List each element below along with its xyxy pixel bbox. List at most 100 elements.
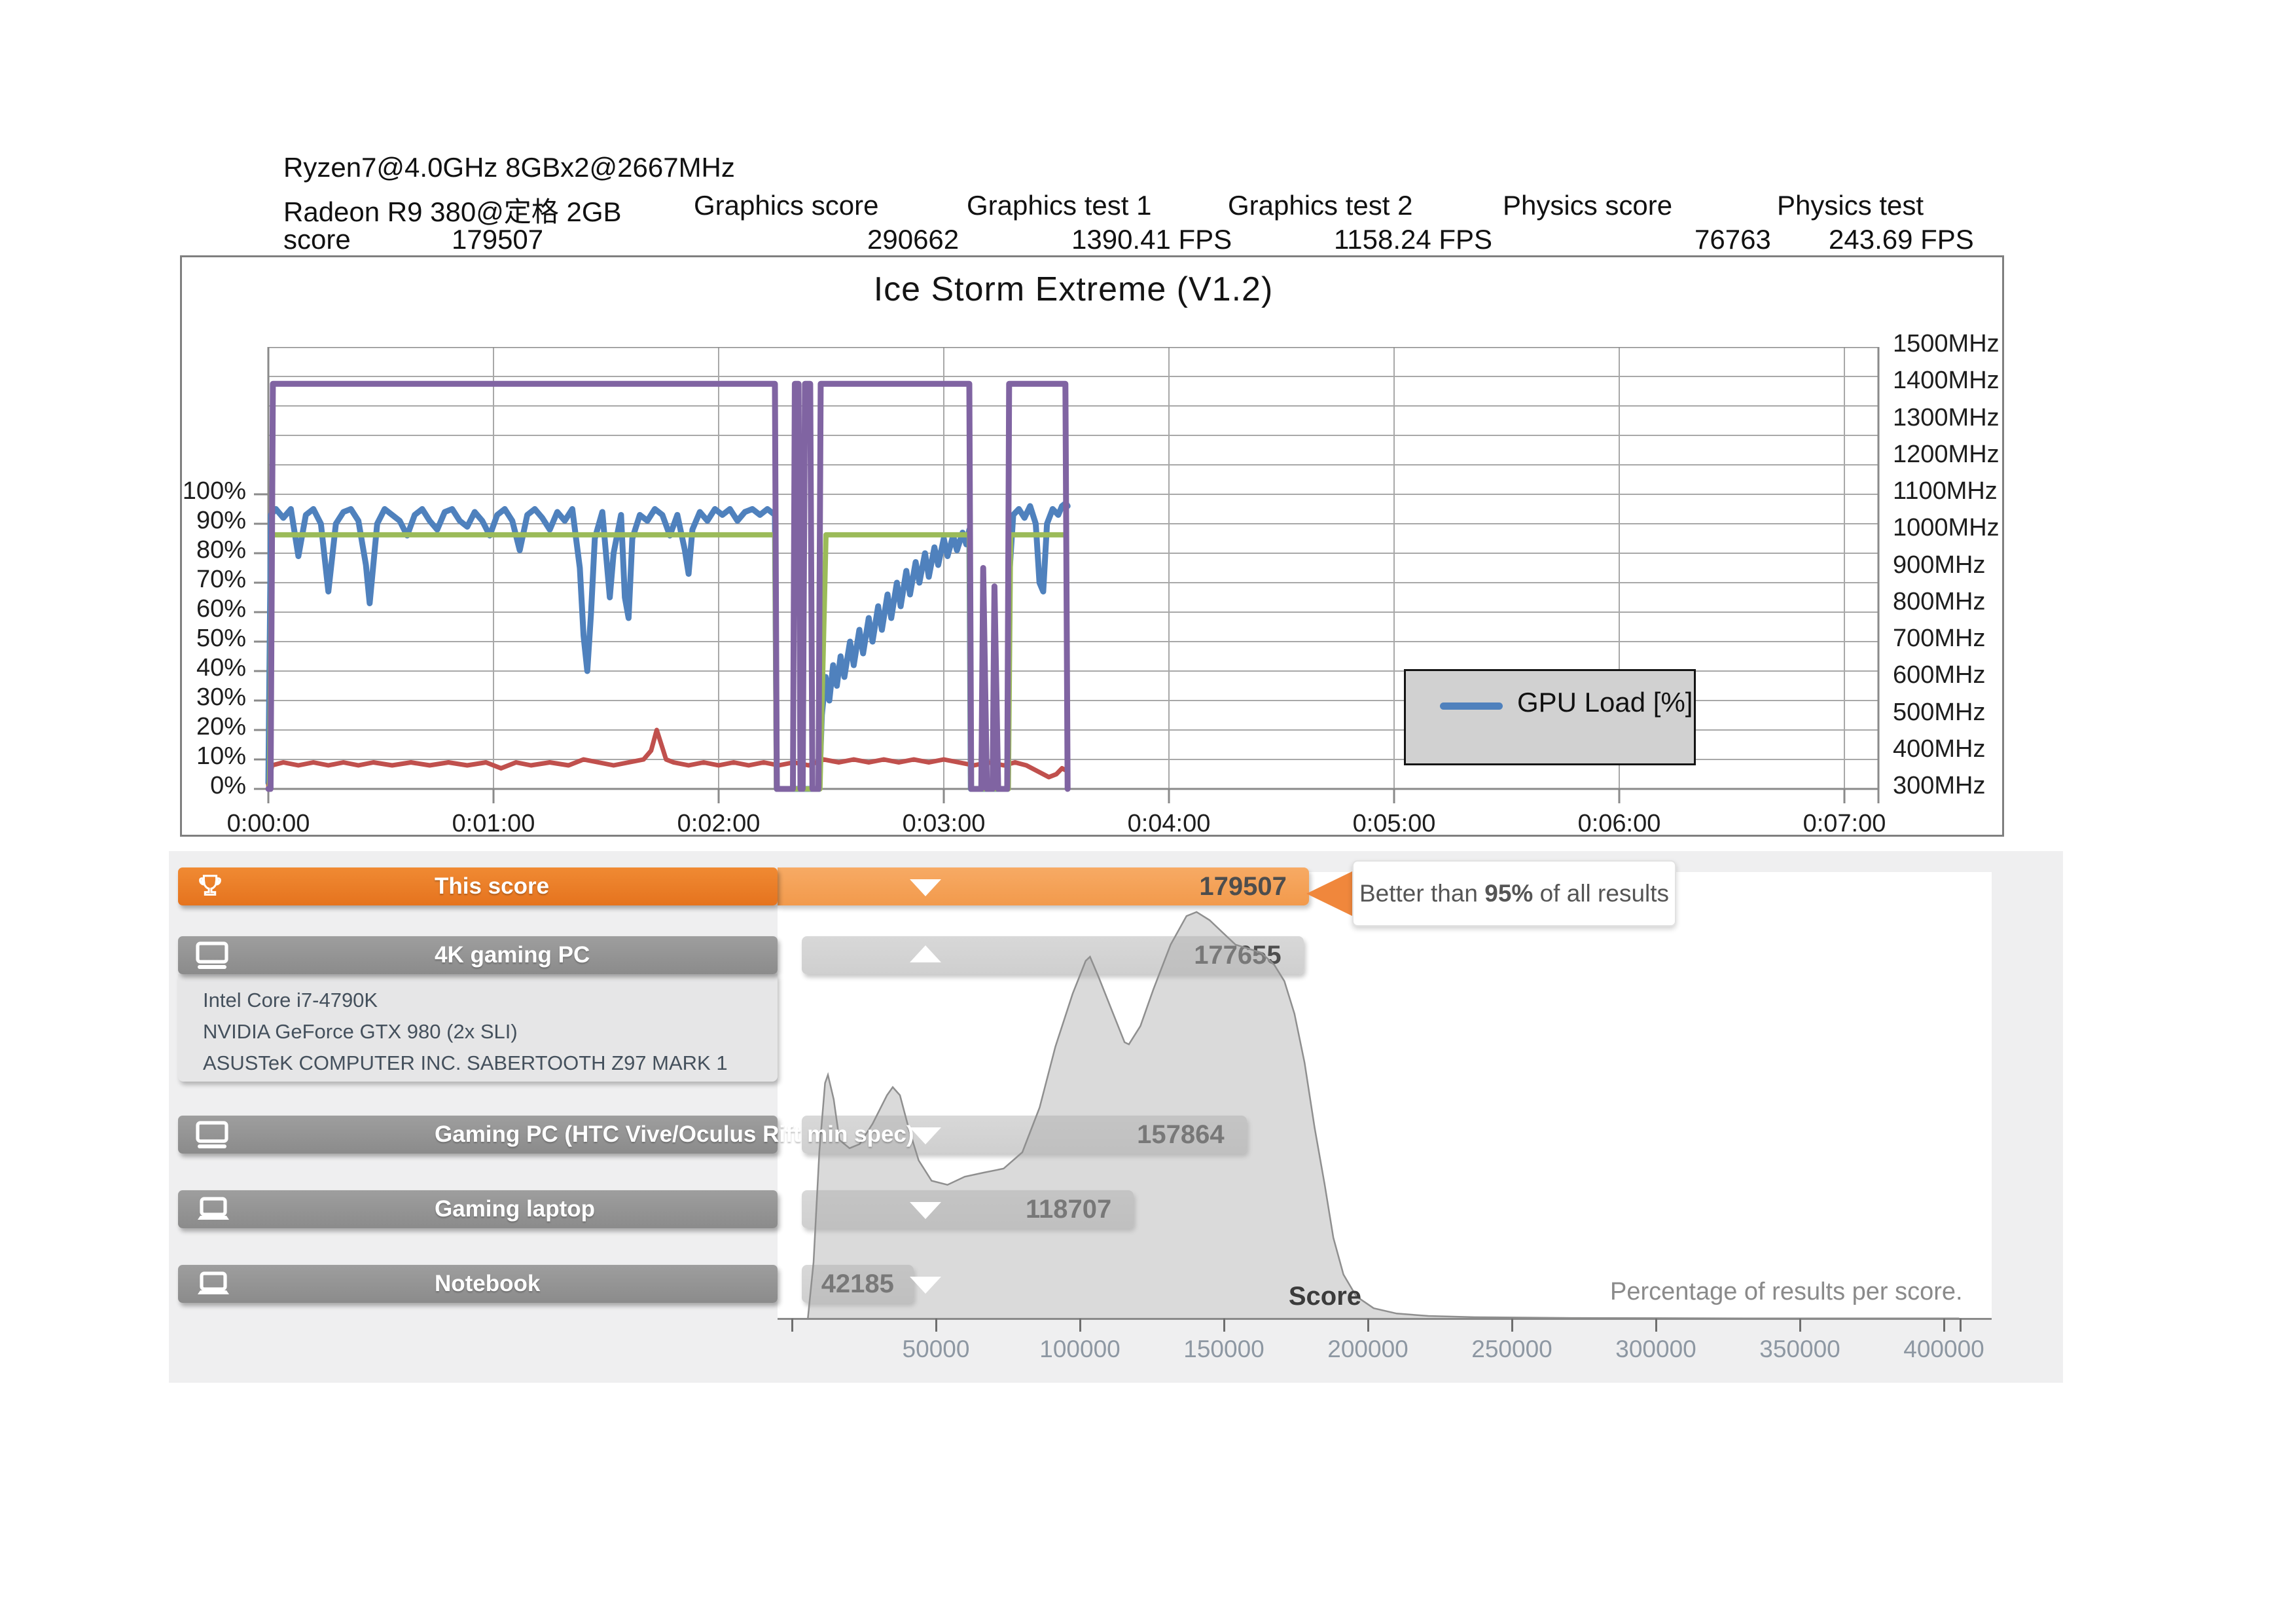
graphics-score-value: 290662	[867, 224, 959, 255]
score-axis-tick	[1511, 1319, 1513, 1332]
graphics-test-1-value: 1390.41 FPS	[1071, 224, 1232, 255]
score-axis-tick	[1799, 1319, 1801, 1332]
row-label-notebook: Notebook	[435, 1265, 540, 1303]
y-axis-right-label: 900MHz	[1893, 551, 1986, 579]
chevron-up-icon	[910, 945, 941, 962]
score-axis-tick-label: 250000	[1440, 1336, 1584, 1363]
y-axis-right-label: 400MHz	[1893, 735, 1986, 763]
callout-text-prefix: Better than	[1359, 880, 1484, 907]
y-axis-left-label: 60%	[151, 595, 246, 623]
physics-test-value: 243.69 FPS	[1829, 224, 1974, 255]
score-axis-line	[778, 1318, 1992, 1320]
column-header-graphics-score: Graphics score	[694, 190, 878, 221]
chart-legend: GPU Load [%]	[1404, 669, 1696, 765]
y-axis-right-label: 600MHz	[1893, 661, 1986, 689]
y-axis-right-label: 1300MHz	[1893, 404, 2000, 432]
score-label: score	[283, 224, 351, 255]
trophy-icon	[195, 872, 225, 905]
chart-title: Ice Storm Extreme (V1.2)	[268, 270, 1878, 309]
y-axis-left-label: 50%	[151, 625, 246, 653]
column-header-physics-test: Physics test	[1777, 190, 1924, 221]
y-axis-right-label: 1400MHz	[1893, 367, 2000, 395]
y-axis-left-label: 40%	[151, 654, 246, 682]
score-axis-tick	[1367, 1319, 1369, 1332]
x-axis-time-label: 0:04:00	[1071, 810, 1267, 838]
series-gpu-core-clock-mhz-	[270, 535, 1068, 789]
y-axis-right-label: 800MHz	[1893, 588, 1986, 616]
series-gpu-load-	[268, 503, 1067, 790]
score-axis-tick	[935, 1319, 937, 1332]
y-axis-left-label: 20%	[151, 713, 246, 741]
y-axis-right-label: 1000MHz	[1893, 514, 2000, 542]
score-axis-tick	[791, 1319, 793, 1332]
score-axis-title: Score	[1237, 1282, 1361, 1311]
distribution-note: Percentage of results per score.	[1610, 1278, 2016, 1306]
y-axis-right-label: 700MHz	[1893, 625, 1986, 653]
graphics-test-2-value: 1158.24 FPS	[1334, 224, 1492, 255]
row-label-gaming-laptop: Gaming laptop	[435, 1190, 595, 1228]
legend-line-swatch	[1440, 702, 1503, 710]
legend-label: GPU Load [%]	[1517, 687, 1693, 718]
y-axis-left-label: 0%	[151, 772, 246, 800]
callout-arrow-icon	[1306, 871, 1354, 917]
y-axis-right-label: 1500MHz	[1893, 330, 2000, 358]
score-axis-tick-label: 150000	[1152, 1336, 1296, 1363]
x-axis-time-label: 0:00:00	[170, 810, 367, 838]
score-axis-tick	[1223, 1319, 1225, 1332]
x-axis-time-label: 0:05:00	[1296, 810, 1492, 838]
chevron-down-icon	[910, 879, 941, 896]
dropdown-notebook[interactable]: Notebook	[178, 1265, 778, 1303]
x-axis-time-label: 0:07:00	[1746, 810, 1943, 838]
chevron-down-icon	[910, 1127, 941, 1144]
benchmark-result-page: Ryzen7@4.0GHz 8GBx2@2667MHz Radeon R9 38…	[0, 0, 2296, 1623]
desktop-icon	[195, 941, 229, 974]
score-axis-tick-label: 100000	[1008, 1336, 1152, 1363]
score-axis-tick-label: 400000	[1872, 1336, 2016, 1363]
y-axis-left-label: 100%	[151, 477, 246, 505]
column-header-graphics-test-2: Graphics test 2	[1228, 190, 1412, 221]
score-axis-tick	[1943, 1319, 1945, 1332]
laptop-icon	[195, 1269, 232, 1303]
score-axis-tick-label: 50000	[864, 1336, 1008, 1363]
detail-cpu: Intel Core i7-4790K	[203, 989, 378, 1012]
callout-text-suffix: of all results	[1533, 880, 1669, 907]
series-cpu-memory-load-	[268, 730, 1067, 786]
detail-gpu: NVIDIA GeForce GTX 980 (2x SLI)	[203, 1020, 518, 1044]
row-label-gaming-pc: Gaming PC (HTC Vive/Oculus Rift min spec…	[435, 1116, 914, 1154]
laptop-icon	[195, 1195, 232, 1228]
total-score-value: 179507	[452, 224, 543, 255]
series-gpu-memory-clock-mhz-	[268, 384, 1067, 789]
score-axis-tick	[1079, 1319, 1081, 1332]
x-axis-time-label: 0:01:00	[395, 810, 592, 838]
score-axis-tick-label: 350000	[1728, 1336, 1872, 1363]
y-axis-right-label: 1200MHz	[1893, 441, 2000, 469]
dropdown-gaming-pc[interactable]: Gaming PC (HTC Vive/Oculus Rift min spec…	[178, 1116, 778, 1154]
y-axis-left-label: 10%	[151, 742, 246, 771]
x-axis-time-label: 0:06:00	[1521, 810, 1717, 838]
4k-gaming-pc-details: Intel Core i7-4790K NVIDIA GeForce GTX 9…	[178, 974, 778, 1082]
y-axis-left-label: 90%	[151, 507, 246, 535]
y-axis-left-label: 30%	[151, 684, 246, 712]
chevron-down-icon	[910, 1202, 941, 1219]
x-axis-time-label: 0:02:00	[620, 810, 817, 838]
score-axis-tick-label: 300000	[1584, 1336, 1728, 1363]
callout-percent: 95%	[1484, 880, 1533, 907]
y-axis-left-label: 80%	[151, 536, 246, 564]
physics-score-value: 76763	[1695, 224, 1771, 255]
y-axis-right-label: 1100MHz	[1893, 477, 1998, 505]
x-axis-time-label: 0:03:00	[846, 810, 1042, 838]
column-header-physics-score: Physics score	[1503, 190, 1672, 221]
dropdown-gaming-laptop[interactable]: Gaming laptop	[178, 1190, 778, 1228]
column-header-graphics-test-1: Graphics test 1	[967, 190, 1151, 221]
row-label-4k-gaming-pc: 4K gaming PC	[435, 936, 590, 974]
results-distribution-curve	[778, 871, 1992, 1319]
y-axis-right-label: 500MHz	[1893, 699, 1986, 727]
score-axis-tick	[1655, 1319, 1657, 1332]
dropdown-this-score[interactable]: This score	[178, 867, 778, 905]
y-axis-right-label: 300MHz	[1893, 772, 1986, 800]
score-axis-end-tick	[1960, 1319, 1962, 1332]
dropdown-4k-gaming-pc[interactable]: 4K gaming PC	[178, 936, 778, 974]
desktop-icon	[195, 1120, 229, 1154]
chevron-down-icon	[910, 1277, 941, 1294]
better-than-callout: Better than 95% of all results	[1352, 860, 1676, 926]
